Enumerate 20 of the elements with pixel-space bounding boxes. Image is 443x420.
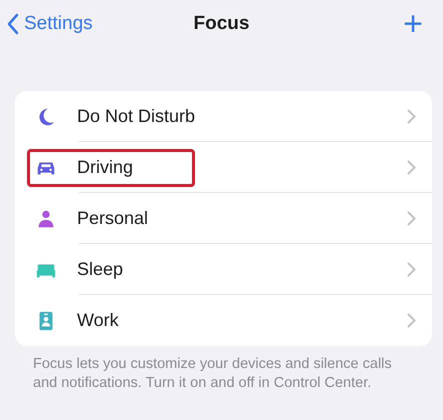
chevron-right-icon (407, 160, 416, 175)
focus-list-row[interactable]: Personal (15, 193, 432, 244)
chevron-right-icon (407, 313, 416, 328)
row-label: Personal (77, 207, 148, 230)
chevron-right-icon (407, 109, 416, 124)
footer-note: Focus lets you customize your devices and silence calls and notifications. Turn it on and off in Control Center. (33, 355, 393, 393)
focus-list-row[interactable]: Work (15, 295, 432, 346)
row-label: Driving (77, 156, 134, 179)
row-label: Do Not Disturb (77, 105, 196, 128)
focus-list-row[interactable]: Sleep (15, 244, 432, 295)
screen-title: Focus (194, 12, 250, 36)
focus-list-row[interactable]: Driving (15, 142, 432, 193)
chevron-left-icon (6, 13, 20, 35)
add-button[interactable]: + (403, 7, 423, 41)
back-button[interactable]: Settings (6, 10, 93, 38)
focus-list-row[interactable]: Do Not Disturb (15, 91, 432, 142)
row-label: Sleep (77, 258, 124, 281)
chevron-right-icon (407, 211, 416, 226)
chevron-right-icon (407, 262, 416, 277)
row-label: Work (77, 309, 119, 332)
